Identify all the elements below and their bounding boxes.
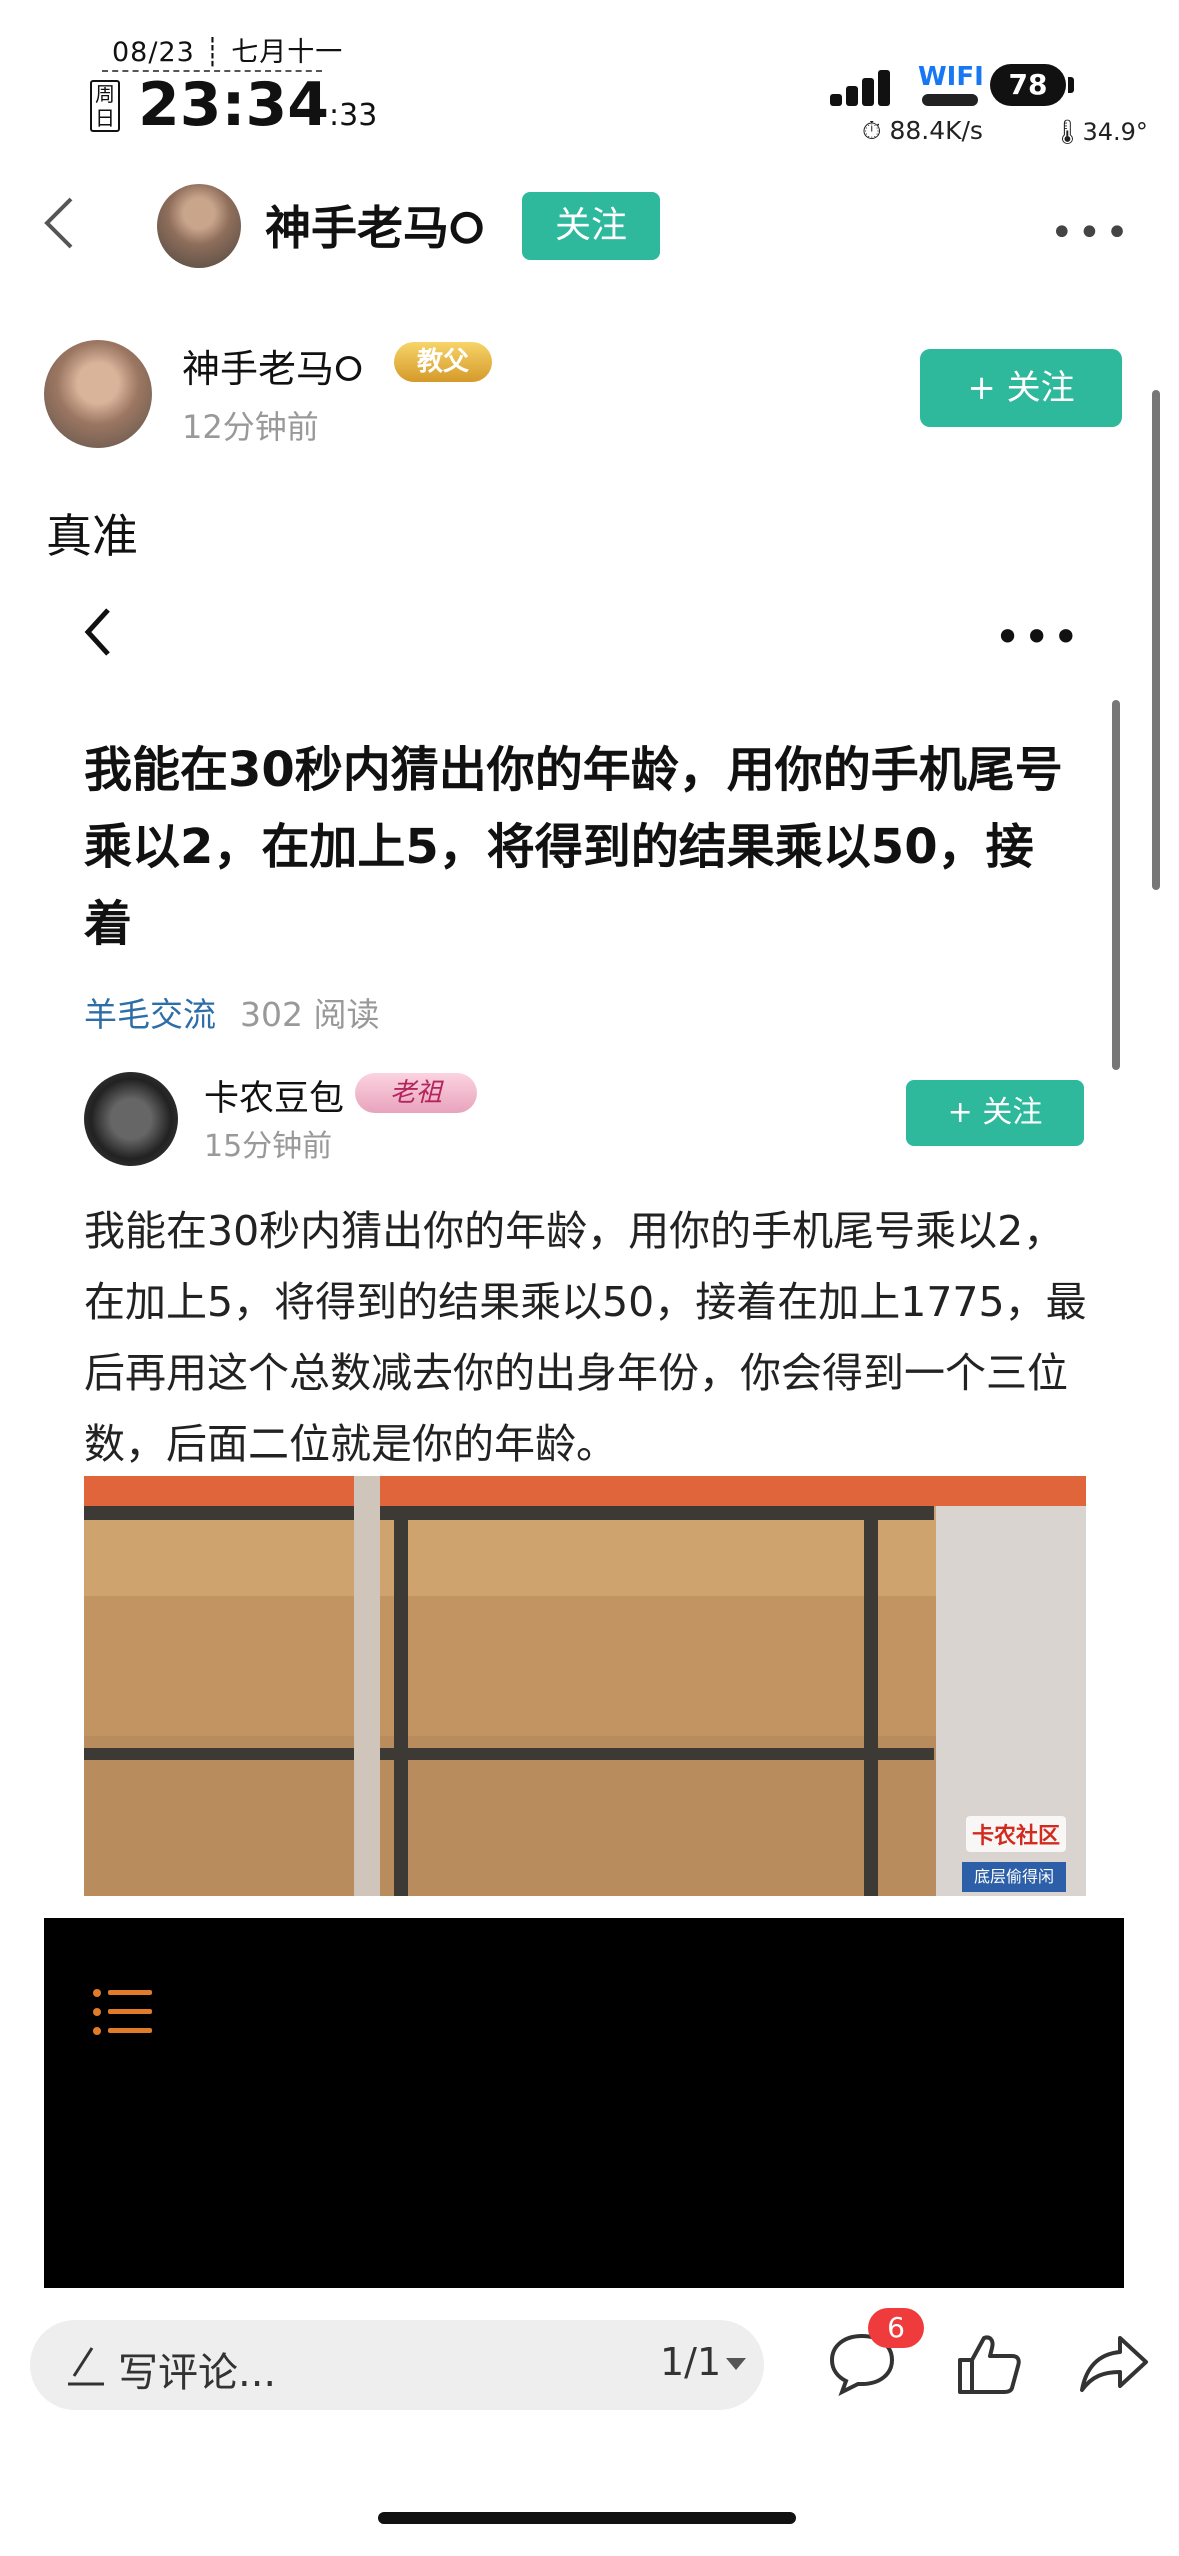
chevron-down-icon[interactable] (726, 2358, 746, 2370)
wifi-icon: WIFI (918, 62, 984, 92)
embedded-read-count: 302 阅读 (240, 995, 380, 1034)
signal-icon (830, 66, 904, 106)
nav-title[interactable]: 神手老马𐰗 (265, 192, 484, 258)
share-icon[interactable] (1078, 2332, 1150, 2394)
post-author-avatar[interactable] (44, 340, 152, 448)
list-icon[interactable] (92, 1987, 154, 2037)
page-scrollbar[interactable] (1152, 390, 1160, 890)
post-follow-button[interactable]: + 关注 (920, 349, 1122, 427)
wifi-indicator-icon (922, 94, 978, 106)
embedded-author-badge: 老祖 (355, 1073, 477, 1113)
more-icon[interactable]: ••• (1050, 210, 1133, 256)
post-photo[interactable]: 卡农社区 底层偷得闲 (84, 1476, 1086, 1896)
temperature-value: 34.9° (1082, 118, 1148, 146)
net-speed-value: 88.4K/s (889, 116, 983, 145)
embedded-time: 15分钟前 (204, 1129, 333, 1164)
embedded-scrollbar (1112, 700, 1120, 1070)
embedded-title: 我能在30秒内猜出你的年龄，用你的手机尾号乘以2，在加上5，将得到的结果乘以50… (84, 742, 1063, 952)
media-panel (44, 1918, 1124, 2288)
nav-avatar[interactable] (157, 184, 241, 268)
status-weekday: 周日 (90, 80, 120, 132)
embedded-author-avatar (84, 1072, 178, 1166)
photo-pillar (354, 1476, 380, 1896)
window-frame (84, 1748, 934, 1760)
post-author-name[interactable]: 神手老马𐰗 (182, 338, 363, 394)
home-indicator[interactable] (378, 2512, 796, 2524)
window-frame (864, 1506, 878, 1896)
embedded-more-icon: ••• (994, 610, 1082, 664)
watermark-sign: 底层偷得闲 (962, 1862, 1066, 1892)
page-indicator[interactable]: 1/1 (660, 2340, 721, 2384)
back-icon[interactable] (35, 195, 91, 251)
status-time: 23:34:33 (138, 70, 377, 151)
net-speed: ⏱ 88.4K/s (862, 116, 983, 145)
embedded-back-icon (84, 608, 110, 656)
post-text: 真准 (46, 509, 138, 563)
status-time-hm: 23:34 (138, 70, 329, 140)
battery-icon: 78 (990, 64, 1066, 106)
embedded-topic: 羊毛交流 (84, 995, 216, 1034)
embedded-follow-button: + 关注 (906, 1080, 1084, 1146)
window-frame (394, 1506, 408, 1896)
watermark-logo: 卡农社区 (965, 1816, 1066, 1852)
window-frame (84, 1506, 934, 1520)
comment-count-badge: 6 (868, 2308, 924, 2348)
pen-icon (68, 2347, 104, 2386)
comment-placeholder[interactable]: 写评论... (118, 2340, 276, 2398)
status-date: 08/23 ┊ 七月十一 (112, 37, 344, 68)
like-icon[interactable] (956, 2330, 1022, 2396)
post-time: 12分钟前 (182, 408, 319, 446)
battery-cap (1068, 77, 1074, 93)
embedded-author-name: 卡农豆包 (204, 1079, 345, 1119)
nav-follow-button[interactable]: 关注 (522, 192, 660, 260)
status-time-seconds: :33 (329, 98, 378, 133)
author-badge: 教父 (394, 342, 492, 382)
embedded-body: 我能在30秒内猜出你的年龄，用你的手机尾号乘以2，在加上5，将得到的结果乘以50… (84, 1207, 1087, 1468)
temperature: 🌡34.9° (1052, 118, 1148, 146)
